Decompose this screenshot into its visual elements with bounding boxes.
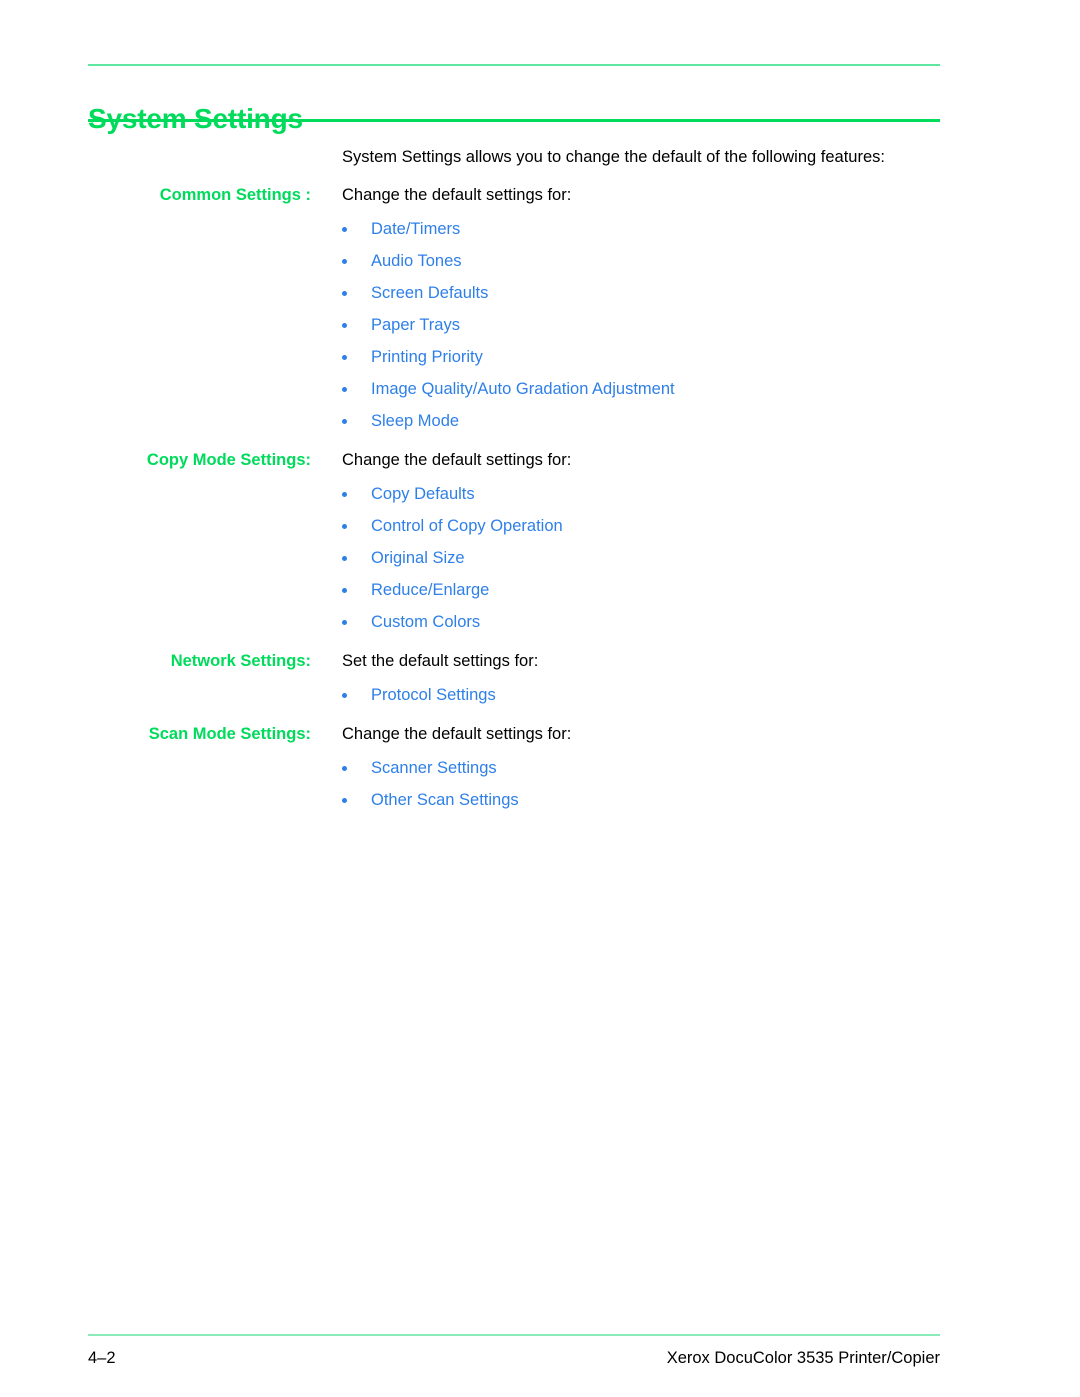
list-item-label: Copy Defaults — [371, 485, 475, 503]
list-item-label: Scanner Settings — [371, 759, 497, 777]
list-item: Reduce/Enlarge — [342, 579, 940, 602]
list-item: Original Size — [342, 547, 940, 570]
bullet-list-scan-mode-settings: Scanner Settings Other Scan Settings — [342, 757, 940, 812]
bullet-dot-icon — [342, 693, 347, 698]
section-network-settings: Network Settings: Set the default settin… — [88, 648, 940, 721]
section-content-scan-mode-settings: Change the default settings for: Scanner… — [342, 721, 940, 812]
list-item: Image Quality/Auto Gradation Adjustment — [342, 378, 940, 401]
list-item: Audio Tones — [342, 250, 940, 273]
list-item: Other Scan Settings — [342, 789, 940, 812]
bullet-list-common-settings: Date/Timers Audio Tones Screen Defaults … — [342, 218, 940, 433]
page-footer: 4–2 Xerox DocuColor 3535 Printer/Copier — [88, 1349, 940, 1368]
list-item: Printing Priority — [342, 346, 940, 369]
bullet-dot-icon — [342, 291, 347, 296]
section-scan-mode-settings: Scan Mode Settings: Change the default s… — [88, 721, 940, 812]
list-item: Sleep Mode — [342, 410, 940, 433]
bullet-list-copy-mode-settings: Copy Defaults Control of Copy Operation … — [342, 483, 940, 634]
section-label-network-settings: Network Settings: — [170, 652, 311, 670]
section-content-copy-mode-settings: Change the default settings for: Copy De… — [342, 447, 940, 648]
list-item-label: Image Quality/Auto Gradation Adjustment — [371, 380, 675, 398]
section-lead-copy-mode-settings: Change the default settings for: — [342, 451, 572, 469]
document-body: System Settings allows you to change the… — [88, 144, 940, 812]
section-copy-mode-settings: Copy Mode Settings: Change the default s… — [88, 447, 940, 648]
document-page: System Settings System Settings allows y… — [0, 0, 1080, 1397]
footer-page-number: 4–2 — [88, 1349, 116, 1367]
intro-row: System Settings allows you to change the… — [88, 144, 940, 182]
list-item-label: Date/Timers — [371, 220, 461, 238]
list-item: Paper Trays — [342, 314, 940, 337]
bullet-dot-icon — [342, 766, 347, 771]
section-lead-network-settings: Set the default settings for: — [342, 652, 539, 670]
bullet-dot-icon — [342, 259, 347, 264]
bullet-dot-icon — [342, 492, 347, 497]
bullet-dot-icon — [342, 620, 347, 625]
bullet-dot-icon — [342, 524, 347, 529]
bullet-dot-icon — [342, 387, 347, 392]
footer-product-name: Xerox DocuColor 3535 Printer/Copier — [666, 1349, 940, 1367]
list-item-label: Screen Defaults — [371, 284, 489, 302]
bullet-dot-icon — [342, 798, 347, 803]
section-lead-scan-mode-settings: Change the default settings for: — [342, 725, 572, 743]
bullet-dot-icon — [342, 355, 347, 360]
list-item-label: Protocol Settings — [371, 686, 496, 704]
list-item: Protocol Settings — [342, 684, 940, 707]
section-label-scan-mode-settings: Scan Mode Settings: — [148, 725, 311, 743]
bullet-dot-icon — [342, 323, 347, 328]
section-lead-common-settings: Change the default settings for: — [342, 186, 572, 204]
intro-paragraph: System Settings allows you to change the… — [342, 148, 885, 166]
list-item-label: Original Size — [371, 549, 465, 567]
list-item: Screen Defaults — [342, 282, 940, 305]
list-item: Date/Timers — [342, 218, 940, 241]
list-item: Scanner Settings — [342, 757, 940, 780]
section-common-settings: Common Settings : Change the default set… — [88, 182, 940, 447]
list-item-label: Control of Copy Operation — [371, 517, 563, 535]
header-rule — [88, 64, 940, 66]
bullet-dot-icon — [342, 588, 347, 593]
section-label-copy-mode-settings: Copy Mode Settings: — [146, 451, 311, 469]
bullet-list-network-settings: Protocol Settings — [342, 684, 940, 707]
list-item-label: Audio Tones — [371, 252, 462, 270]
list-item-label: Other Scan Settings — [371, 791, 519, 809]
title-underline-rule — [88, 119, 940, 122]
section-content-common-settings: Change the default settings for: Date/Ti… — [342, 182, 940, 447]
list-item-label: Paper Trays — [371, 316, 460, 334]
list-item: Custom Colors — [342, 611, 940, 634]
bullet-dot-icon — [342, 227, 347, 232]
bullet-dot-icon — [342, 556, 347, 561]
section-content-network-settings: Set the default settings for: Protocol S… — [342, 648, 940, 721]
section-label-common-settings: Common Settings : — [159, 186, 311, 204]
list-item: Control of Copy Operation — [342, 515, 940, 538]
list-item-label: Sleep Mode — [371, 412, 460, 430]
list-item-label: Reduce/Enlarge — [371, 581, 490, 599]
list-item-label: Printing Priority — [371, 348, 483, 366]
list-item-label: Custom Colors — [371, 613, 481, 631]
list-item: Copy Defaults — [342, 483, 940, 506]
footer-rule — [88, 1334, 940, 1336]
bullet-dot-icon — [342, 419, 347, 424]
